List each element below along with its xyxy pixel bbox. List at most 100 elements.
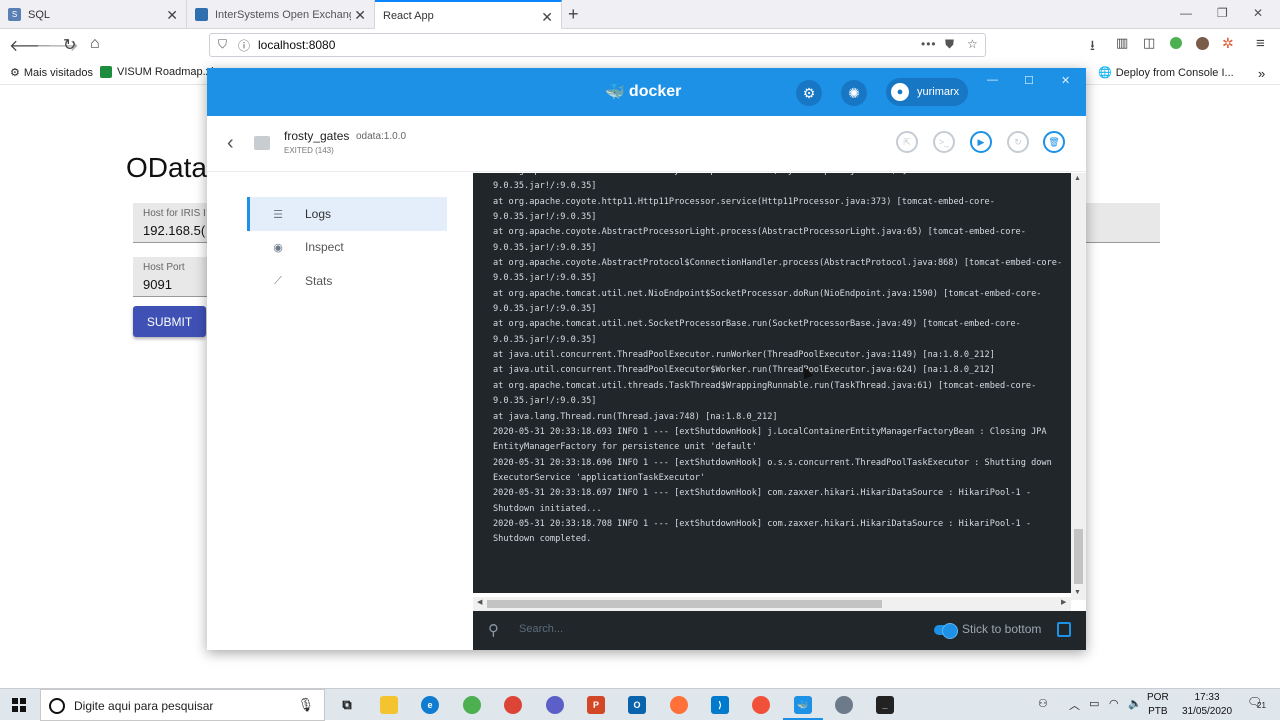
log-search-bar: ⚲ Search... Stick to bottom: [473, 611, 1086, 650]
info-icon[interactable]: ⓘ: [238, 37, 250, 54]
bookmark-label: Deploy from Console I...: [1115, 66, 1234, 79]
scroll-down-icon[interactable]: ▼: [1074, 589, 1081, 596]
docker-minimize-icon[interactable]: —: [987, 74, 998, 86]
app-purple-icon[interactable]: [546, 696, 564, 714]
container-name: frosty_gates: [284, 129, 350, 143]
language-indicator[interactable]: POR PTB: [1147, 691, 1169, 719]
chrome-icon[interactable]: [504, 696, 522, 714]
profile-avatar-icon[interactable]: [1196, 37, 1209, 50]
volume-icon[interactable]: 🔈: [1128, 697, 1142, 710]
tray-chevron-icon[interactable]: ︿: [1069, 697, 1080, 713]
tab-intersystems[interactable]: InterSystems Open Exchange s ✕: [187, 0, 375, 29]
browser-tabbar: S SQL ✕ InterSystems Open Exchange s ✕ R…: [0, 0, 1280, 30]
postman-icon[interactable]: [752, 696, 770, 714]
tab-react-app[interactable]: React App ✕: [375, 0, 562, 30]
edge-icon[interactable]: e: [421, 696, 439, 714]
task-view-icon[interactable]: ⧉: [338, 696, 356, 714]
stick-to-bottom-label: Stick to bottom: [962, 622, 1042, 636]
download-icon[interactable]: ⭳: [1090, 35, 1095, 59]
close-tab-icon[interactable]: ✕: [166, 7, 178, 24]
bookmark-visum[interactable]: VISUM Roadmap.xls: [100, 66, 219, 78]
more-bookmarks-icon[interactable]: »: [1258, 66, 1265, 81]
home-icon[interactable]: ⌂: [90, 35, 100, 53]
reload-icon[interactable]: ↻: [63, 35, 76, 55]
close-tab-icon[interactable]: ✕: [354, 7, 366, 24]
scroll-left-icon[interactable]: ◀: [477, 598, 482, 606]
taskbar-search-text[interactable]: Digite aqui para pesquisar: [74, 699, 213, 713]
log-search-input[interactable]: Search...: [519, 623, 563, 635]
terminal-icon[interactable]: _: [876, 696, 894, 714]
submit-button[interactable]: SUBMIT: [133, 306, 206, 337]
battery-icon[interactable]: ▭: [1089, 697, 1099, 710]
stick-to-bottom-toggle[interactable]: [934, 623, 958, 639]
user-avatar-icon: ●: [891, 83, 909, 101]
docker-maximize-icon[interactable]: ☐: [1024, 74, 1034, 87]
firefox-icon[interactable]: [670, 696, 688, 714]
app-green-icon[interactable]: [463, 696, 481, 714]
page-actions-icon[interactable]: •••: [921, 37, 937, 51]
minimize-icon[interactable]: —: [1180, 6, 1192, 20]
copy-icon[interactable]: [1057, 622, 1071, 637]
cli-icon[interactable]: >_: [933, 131, 955, 153]
tab-sql[interactable]: S SQL ✕: [0, 0, 187, 29]
port-label: Host Port: [143, 262, 185, 273]
open-browser-icon[interactable]: ⇱: [896, 131, 918, 153]
restart-icon[interactable]: ↻: [1007, 131, 1029, 153]
container-icon: [254, 136, 270, 150]
gear-icon: ⚙: [10, 67, 20, 79]
url-text[interactable]: localhost:8080: [258, 38, 335, 52]
log-output[interactable]: at org.apache.catalina.connector.CoyoteA…: [473, 173, 1071, 593]
clock[interactable]: 17:33 31/05/2020: [1182, 691, 1232, 719]
nav-logs[interactable]: ☰ Logs: [247, 197, 447, 231]
close-window-icon[interactable]: ✕: [1253, 6, 1263, 20]
nav-inspect[interactable]: ◉ Inspect: [247, 230, 447, 264]
nav-stats[interactable]: ⟋ Stats: [247, 264, 447, 298]
search-icon: ⚲: [488, 622, 499, 639]
bookmark-star-icon[interactable]: ☆: [967, 37, 978, 51]
start-play-icon[interactable]: ▶: [970, 131, 992, 153]
delete-trash-icon[interactable]: 🗑: [1043, 131, 1065, 153]
bookmark-mais-visitados[interactable]: ⚙ Mais visitados: [10, 66, 93, 80]
shield-icon[interactable]: ⛉: [218, 37, 227, 52]
log-vertical-scrollbar[interactable]: ▲ ▼: [1071, 173, 1086, 600]
windows-start-icon[interactable]: [12, 698, 26, 712]
settings-gear-icon[interactable]: ⚙: [796, 80, 822, 106]
extension-green-icon[interactable]: [1170, 37, 1182, 49]
outlook-icon[interactable]: O: [628, 696, 646, 714]
app-gray-icon[interactable]: [835, 696, 853, 714]
sidebar-icon[interactable]: ◫: [1143, 35, 1155, 51]
wifi-icon[interactable]: ◠: [1109, 697, 1119, 710]
maximize-icon[interactable]: ❐: [1217, 6, 1228, 20]
people-icon[interactable]: ⚇: [1038, 697, 1048, 710]
powerpoint-icon[interactable]: P: [587, 696, 605, 714]
new-tab-icon[interactable]: +: [568, 4, 579, 25]
menu-icon[interactable]: ≡: [1256, 35, 1265, 52]
eye-icon: ◉: [273, 241, 283, 254]
close-tab-icon[interactable]: ✕: [541, 9, 553, 26]
log-horizontal-scrollbar[interactable]: ◀ ▶: [473, 597, 1071, 611]
globe-icon: 🌐: [1098, 67, 1112, 79]
file-explorer-icon[interactable]: [380, 696, 398, 714]
extension-orange-icon[interactable]: ✲: [1222, 35, 1234, 52]
scroll-up-icon[interactable]: ▲: [1074, 175, 1081, 182]
bookmark-deploy[interactable]: 🌐 Deploy from Console I...: [1098, 66, 1234, 80]
troubleshoot-bug-icon[interactable]: ✺: [841, 80, 867, 106]
vscode-icon[interactable]: ⟩: [711, 696, 729, 714]
host-value[interactable]: 192.168.5(: [143, 223, 205, 238]
port-field[interactable]: Host Port 9091: [133, 257, 207, 297]
pocket-icon[interactable]: ⛊: [945, 37, 954, 52]
scroll-thumb[interactable]: [1074, 529, 1083, 584]
docker-close-icon[interactable]: ✕: [1061, 74, 1070, 87]
user-menu[interactable]: ● yurimarx: [886, 78, 968, 106]
url-bar[interactable]: ⛉ ⓘ localhost:8080 ••• ⛊ ☆: [209, 33, 986, 57]
back-chevron-icon[interactable]: ‹: [227, 132, 234, 155]
scroll-right-icon[interactable]: ▶: [1061, 598, 1066, 606]
container-header: ‹ frosty_gates odata:1.0.0 EXITED (143) …: [207, 116, 1086, 172]
library-icon[interactable]: ▥: [1116, 35, 1128, 51]
hscroll-thumb[interactable]: [487, 600, 882, 608]
clock-time: 17:33: [1194, 692, 1220, 703]
taskbar-search[interactable]: Digite aqui para pesquisar 🎙: [40, 689, 325, 721]
port-value[interactable]: 9091: [143, 277, 172, 292]
docker-taskbar-icon[interactable]: 🐳: [783, 696, 823, 720]
microphone-icon[interactable]: 🎙: [297, 697, 314, 713]
